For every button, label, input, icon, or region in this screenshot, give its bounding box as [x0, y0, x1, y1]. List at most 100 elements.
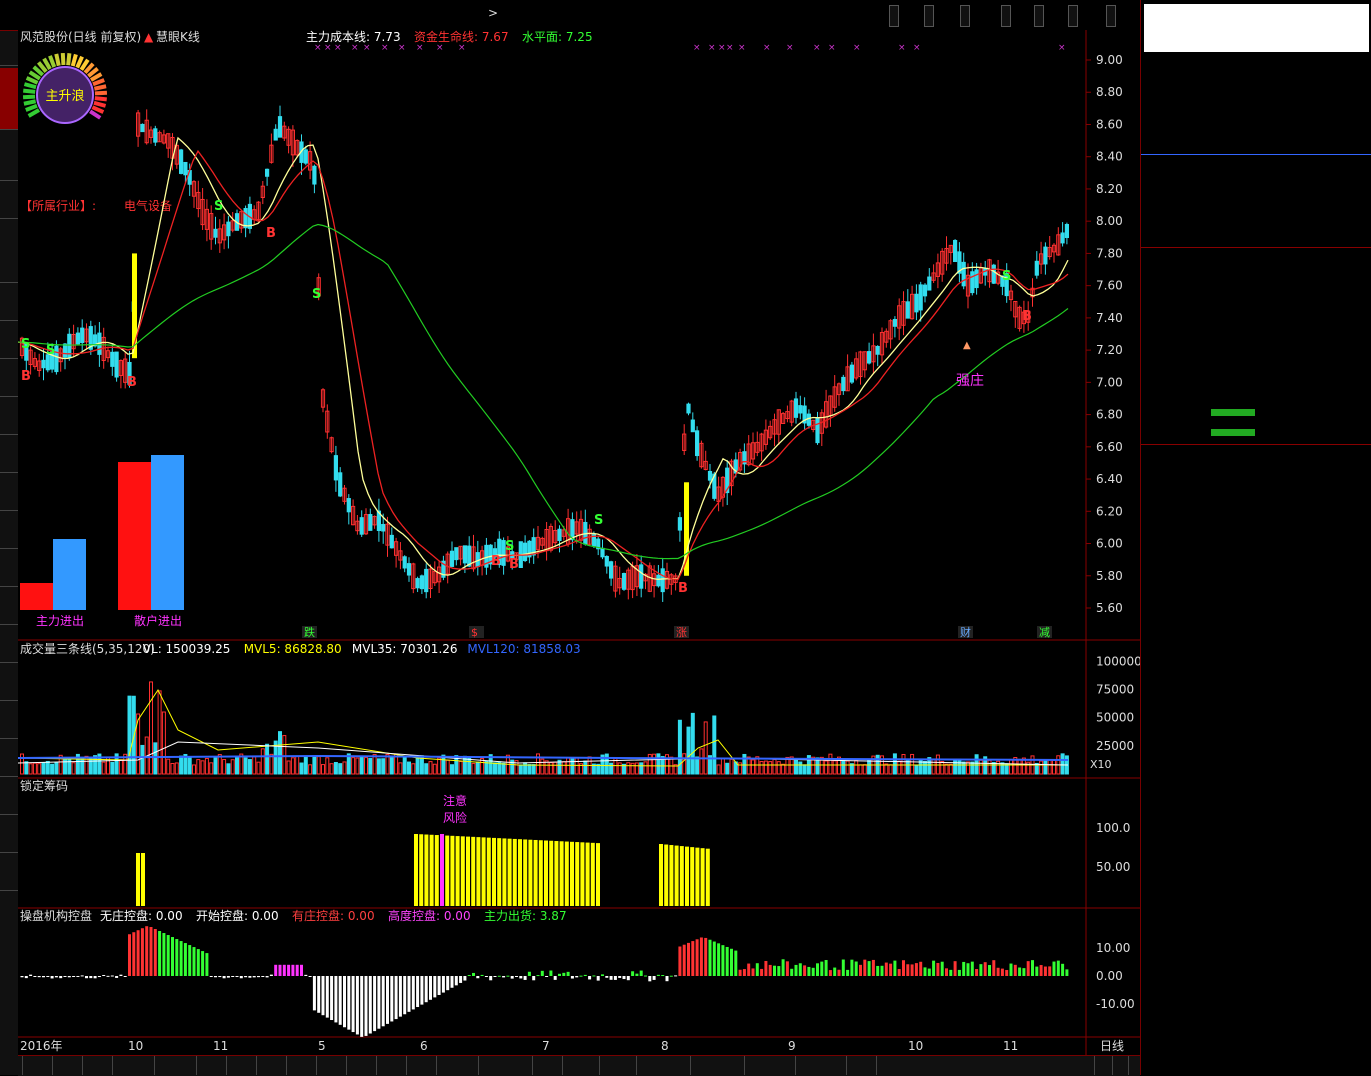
- control-bar: [93, 976, 97, 979]
- tick-row: [1141, 536, 1371, 554]
- left-nav-item[interactable]: [0, 665, 18, 701]
- control-bar: [72, 976, 76, 977]
- bottom-tab[interactable]: [108, 1056, 113, 1075]
- bottom-tab[interactable]: [791, 1056, 796, 1075]
- volume-bar: [333, 761, 338, 775]
- bottom-tab[interactable]: [474, 1056, 479, 1075]
- tool-button[interactable]: [1034, 5, 1044, 27]
- control-bar: [244, 976, 248, 978]
- tick-row: [1141, 770, 1371, 788]
- left-nav-item[interactable]: [0, 361, 18, 397]
- candle-body: [914, 293, 919, 313]
- bottom-tab[interactable]: [842, 1056, 847, 1075]
- candle-body: [1064, 223, 1070, 239]
- left-nav-item[interactable]: [0, 183, 18, 219]
- left-nav-item[interactable]: [0, 551, 18, 587]
- control-bar: [820, 961, 824, 976]
- x-marker: ×: [738, 43, 746, 53]
- control-bar: [605, 976, 609, 978]
- control-bar: [923, 967, 927, 976]
- control-bar: [837, 969, 841, 976]
- tool-button[interactable]: [1068, 5, 1078, 27]
- left-nav-item[interactable]: [0, 475, 18, 511]
- bottom-tab[interactable]: [432, 1056, 437, 1075]
- control-bar: [1056, 960, 1060, 976]
- tick-row: [1141, 1040, 1371, 1058]
- chevron-right-icon[interactable]: >: [488, 6, 498, 20]
- bottom-tab[interactable]: [78, 1056, 83, 1075]
- price-tick-label: 8.40: [1096, 150, 1123, 164]
- volume-bar: [127, 695, 132, 775]
- left-nav-item[interactable]: [0, 741, 18, 777]
- tool-button[interactable]: [924, 5, 934, 27]
- bottom-tab[interactable]: [595, 1056, 600, 1075]
- tick-row: [1141, 446, 1371, 464]
- left-nav-item[interactable]: [0, 627, 18, 663]
- control-bar: [781, 959, 785, 976]
- candle-body: [922, 284, 928, 297]
- candle-body: [961, 261, 966, 287]
- brand-logo: [1144, 4, 1369, 52]
- control-bar: [317, 976, 321, 1013]
- candle-body: [243, 208, 248, 229]
- control-bar: [140, 928, 144, 976]
- left-nav-item[interactable]: [0, 132, 18, 181]
- bottom-tab[interactable]: [192, 1056, 197, 1075]
- left-nav-item[interactable]: [0, 817, 18, 853]
- candle-body: [660, 568, 665, 593]
- bottom-tab[interactable]: [740, 1056, 745, 1075]
- divider: [1141, 247, 1371, 248]
- bottom-tab[interactable]: [150, 1056, 155, 1075]
- bottom-tab[interactable]: [528, 1056, 533, 1075]
- zoom-control[interactable]: [1090, 1056, 1095, 1075]
- lock-bar: [502, 838, 507, 906]
- bottom-tab[interactable]: [872, 1056, 877, 1075]
- bottom-tab[interactable]: [48, 1056, 53, 1075]
- tool-button[interactable]: [960, 5, 970, 27]
- bottom-tab[interactable]: [402, 1056, 407, 1075]
- zoom-control[interactable]: [1124, 1056, 1129, 1075]
- control-bar: [128, 934, 131, 976]
- bottom-tab[interactable]: [686, 1056, 691, 1075]
- control-bar: [394, 976, 398, 1020]
- tool-button[interactable]: [889, 5, 899, 27]
- bottom-tab[interactable]: [282, 1056, 287, 1075]
- tool-button[interactable]: [1106, 5, 1116, 27]
- sell-signal-marker: S: [21, 337, 30, 352]
- strong-label: 强庄: [956, 372, 984, 389]
- left-nav-item[interactable]: [0, 68, 18, 130]
- bottom-tab[interactable]: [18, 1056, 23, 1075]
- control-bar: [785, 961, 789, 976]
- left-nav-item[interactable]: [0, 399, 18, 435]
- bottom-tab[interactable]: [632, 1056, 637, 1075]
- left-nav-item[interactable]: [0, 703, 18, 739]
- x-marker: ×: [324, 43, 332, 53]
- control-bar: [308, 976, 312, 977]
- zoom-control[interactable]: [1108, 1056, 1113, 1075]
- bottom-tab[interactable]: [312, 1056, 317, 1075]
- left-nav-item[interactable]: [0, 285, 18, 321]
- bottom-tab[interactable]: [252, 1056, 257, 1075]
- chart-area[interactable]: 风范股份(日线 前复权) ▲ 慧眼K线 主力成本线: 7.73 资金生命线: 7.67 水…: [18, 30, 1140, 1055]
- x-marker: ×: [1058, 43, 1066, 53]
- left-nav-item[interactable]: [0, 513, 18, 549]
- control-bar: [682, 944, 686, 976]
- left-nav-item[interactable]: [0, 437, 18, 473]
- volume-bar: [892, 753, 897, 775]
- bottom-tab[interactable]: [342, 1056, 347, 1075]
- tick-row: [1141, 734, 1371, 752]
- bottom-tab[interactable]: [558, 1056, 563, 1075]
- left-nav-item[interactable]: [0, 779, 18, 815]
- bottom-tab[interactable]: [372, 1056, 377, 1075]
- left-nav-item[interactable]: [0, 855, 18, 891]
- left-nav-item[interactable]: [0, 589, 18, 625]
- control-bar: [381, 976, 385, 1027]
- control-bar: [1048, 966, 1052, 976]
- control-bar: [699, 937, 703, 976]
- tool-button[interactable]: [1001, 5, 1011, 27]
- price-tick-label: 7.40: [1096, 311, 1123, 325]
- bottom-tab[interactable]: [222, 1056, 227, 1075]
- left-nav-item[interactable]: [0, 221, 18, 283]
- tick-row: [1141, 842, 1371, 860]
- left-nav-item[interactable]: [0, 323, 18, 359]
